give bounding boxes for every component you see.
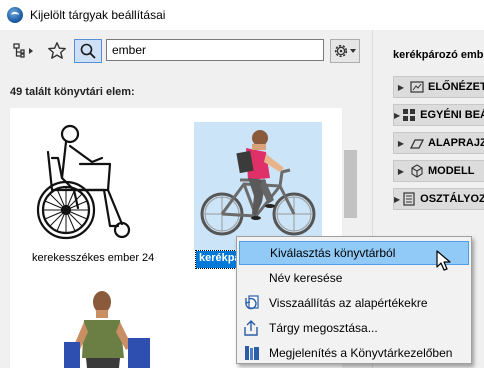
menu-item-search-by-name[interactable]: Név keresése [239,266,469,290]
archicad-app-icon [7,7,23,23]
panel-model[interactable]: ▶ MODELL [393,160,484,182]
cyclist-thumbnail [200,130,316,236]
library-item-wheelchair-thumbnail[interactable] [22,118,150,246]
favorites-button[interactable] [44,39,70,63]
tree-view-button[interactable] [10,39,40,63]
expand-triangle-icon: ▶ [397,166,405,176]
menu-item-label: Visszaállítás az alapértékekre [269,296,428,310]
selected-object-title: kerékpározó ember [393,49,484,61]
preview-icon [410,80,424,94]
window-title: Kijelölt tárgyak beállításai [30,8,166,22]
search-settings-button[interactable] [330,39,360,63]
settings-gear-icon [334,44,356,58]
panel-floor-plan[interactable]: ▶ ALAPRAJZ [393,132,484,154]
menu-item-share-object[interactable]: Tárgy megosztása... [239,316,469,340]
panel-label: ALAPRAJZ [428,137,484,149]
panel-preview[interactable]: ▶ ELŐNÉZET [393,76,484,98]
library-item-seated-person-thumbnail[interactable] [58,288,158,368]
wheelchair-person-thumbnail [36,124,131,240]
tree-view-icon [13,43,33,58]
panel-custom-settings[interactable]: ▶ EGYÉNI BEÁLLÍTÁSOK [393,104,484,126]
panel-label: EGYÉNI BEÁLLÍTÁSOK [420,109,484,121]
panel-label: OSZTÁLYOZÁS [420,193,484,205]
reset-icon [243,294,261,312]
panel-label: MODELL [428,165,475,177]
result-count-label: 49 talált könyvtári elem: [10,86,135,98]
share-icon [243,319,261,337]
custom-settings-icon [402,108,416,122]
search-toggle-button[interactable] [74,39,102,63]
menu-item-show-in-library-manager[interactable]: Megjelenítés a Könyvtárkezelőben [239,341,469,365]
menu-item-label: Megjelenítés a Könyvtárkezelőben [269,346,453,360]
model-cube-icon [410,164,424,178]
expand-triangle-icon: ▶ [394,194,401,204]
library-item-cyclist-thumbnail[interactable] [194,122,322,250]
title-bar: Kijelölt tárgyak beállításai [0,0,484,30]
mouse-cursor-icon [436,250,451,271]
search-icon [80,43,96,59]
expand-triangle-icon: ▶ [397,82,405,92]
library-item-label: kerekesszékes ember 24 [32,252,155,264]
menu-item-reset-to-defaults[interactable]: Visszaállítás az alapértékekre [239,291,469,315]
menu-item-label: Kiválasztás könyvtárból [270,246,396,260]
menu-item-label: Tárgy megosztása... [269,321,378,335]
floor-plan-icon [410,136,424,150]
expand-triangle-icon: ▶ [397,138,405,148]
library-toolbar [0,30,372,74]
expand-triangle-icon: ▶ [394,110,401,120]
panel-label: ELŐNÉZET [428,81,484,93]
library-search-input[interactable] [106,39,324,61]
panel-classification[interactable]: ▶ OSZTÁLYOZÁS [393,188,484,210]
classification-icon [402,192,416,206]
menu-item-label: Név keresése [269,271,343,285]
menu-item-select-from-library[interactable]: Kiválasztás könyvtárból [239,241,469,265]
seated-person-thumbnail [64,291,150,368]
star-icon [48,42,66,59]
library-manager-icon [243,344,261,362]
scrollbar-thumb[interactable] [344,150,357,218]
